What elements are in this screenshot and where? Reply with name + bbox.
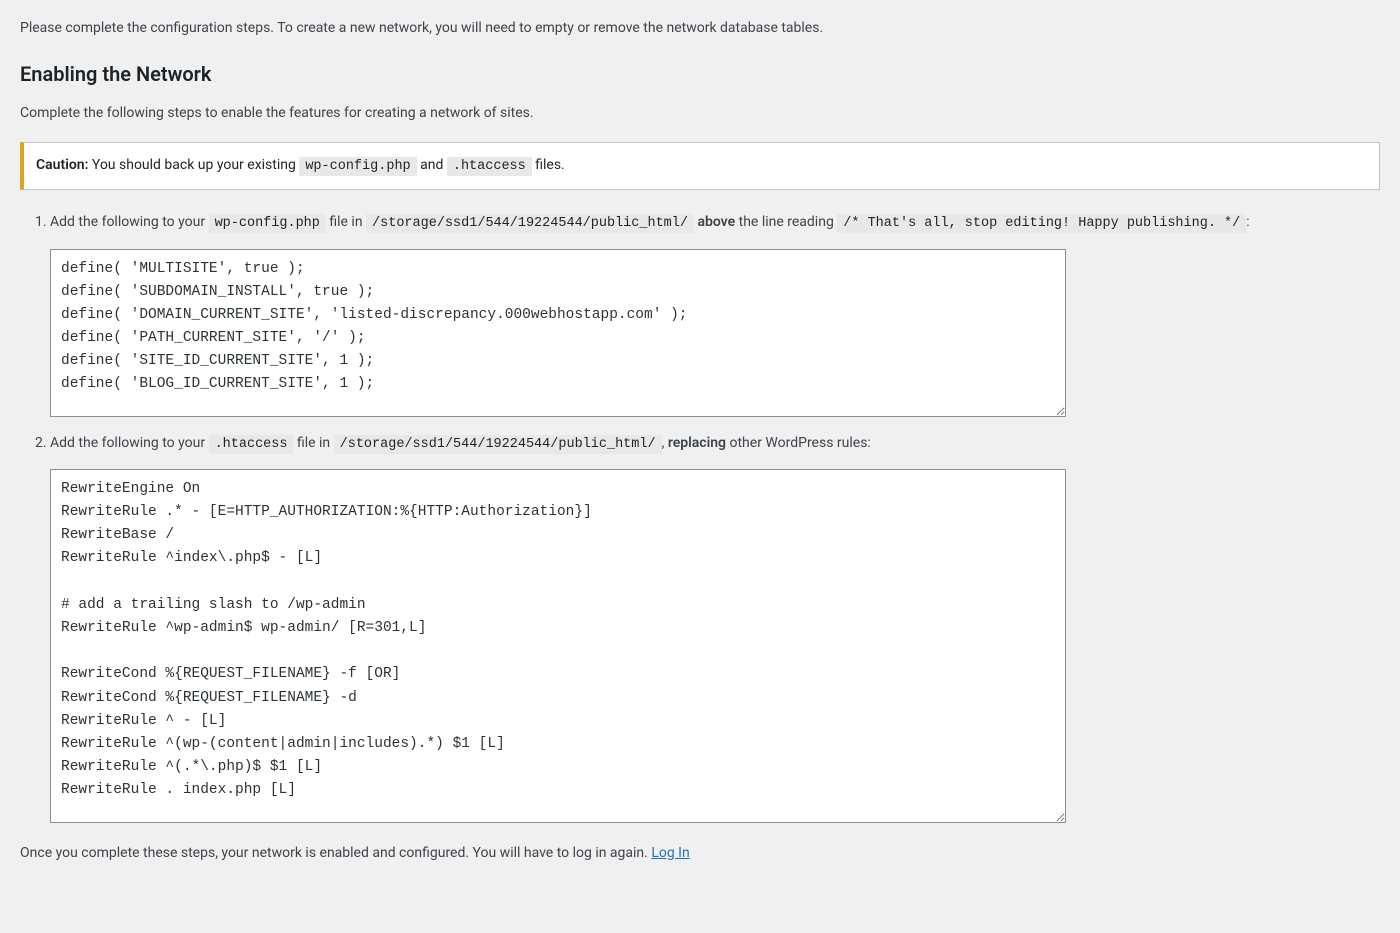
step2-replacing: replacing	[668, 435, 726, 451]
step2-mid1: file in	[293, 435, 333, 451]
section-heading: Enabling the Network	[20, 59, 1380, 89]
step-1-text: Add the following to your wp-config.php …	[50, 214, 1250, 230]
intro-text: Please complete the configuration steps.…	[20, 18, 1380, 39]
step2-suffix: other WordPress rules:	[726, 435, 871, 451]
wpconfig-textarea[interactable]	[50, 249, 1066, 417]
step-1: Add the following to your wp-config.php …	[50, 210, 1380, 416]
caution-label: Caution:	[36, 157, 88, 173]
htaccess-textarea[interactable]	[50, 469, 1066, 823]
step1-suffix: :	[1246, 214, 1249, 230]
caution-after: files.	[532, 157, 565, 173]
step-2-text: Add the following to your .htaccess file…	[50, 435, 871, 451]
step1-file-code: wp-config.php	[209, 214, 326, 233]
htaccess-code: .htaccess	[447, 157, 532, 176]
steps-list: Add the following to your wp-config.php …	[20, 210, 1380, 823]
step1-above: above	[697, 214, 735, 230]
step2-path-code: /storage/ssd1/544/19224544/public_html/	[334, 435, 662, 454]
step-2: Add the following to your .htaccess file…	[50, 431, 1380, 823]
footer-message: Once you complete these steps, your netw…	[20, 845, 651, 861]
caution-and: and	[417, 157, 447, 173]
step1-mid2: the line reading	[735, 214, 837, 230]
section-subtitle: Complete the following steps to enable t…	[20, 103, 1380, 124]
caution-before: You should back up your existing	[88, 157, 299, 173]
step1-prefix: Add the following to your	[50, 214, 209, 230]
login-link[interactable]: Log In	[651, 845, 689, 861]
step2-file-code: .htaccess	[209, 435, 294, 454]
step2-prefix: Add the following to your	[50, 435, 209, 451]
wpconfig-code: wp-config.php	[299, 157, 416, 176]
step1-path-code: /storage/ssd1/544/19224544/public_html/	[366, 214, 694, 233]
caution-text: Caution: You should back up your existin…	[36, 155, 1367, 177]
step1-mid1: file in	[326, 214, 366, 230]
caution-notice: Caution: You should back up your existin…	[20, 142, 1380, 190]
footer-text: Once you complete these steps, your netw…	[20, 843, 1380, 864]
step1-comment-code: /* That's all, stop editing! Happy publi…	[837, 214, 1246, 233]
